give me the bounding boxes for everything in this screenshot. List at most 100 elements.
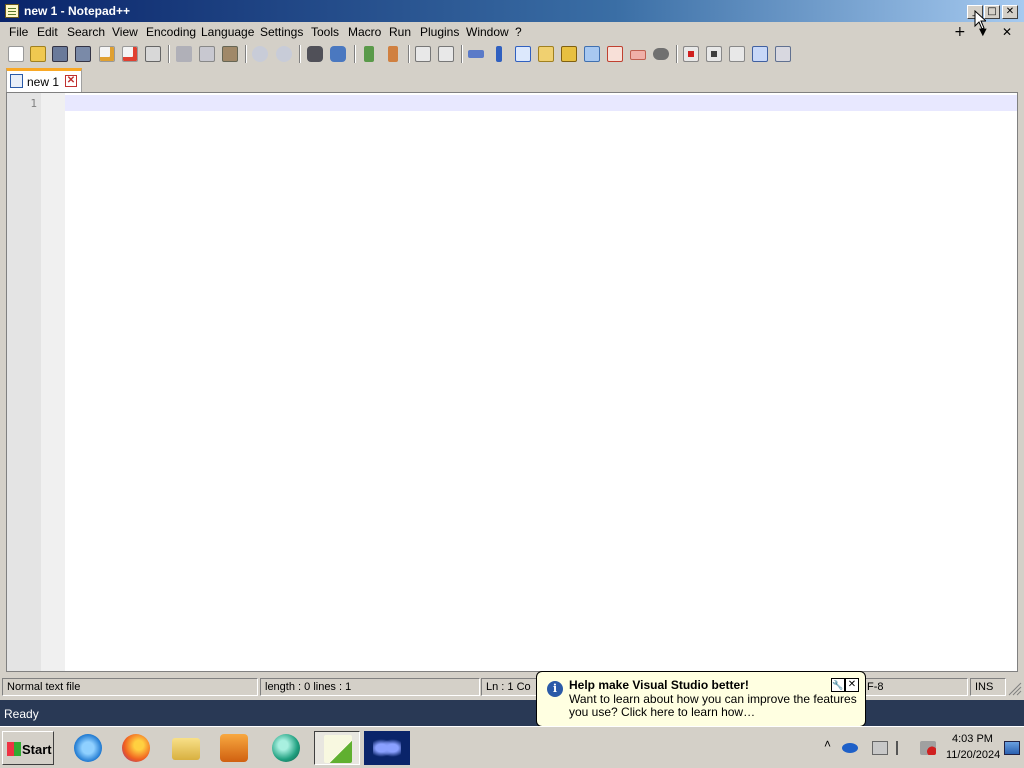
- show-all-chars-icon[interactable]: [496, 46, 502, 62]
- open-file-icon[interactable]: [30, 46, 46, 62]
- sync-horizontal-icon[interactable]: [438, 46, 454, 62]
- start-label: Start: [22, 742, 52, 757]
- stop-recording-icon[interactable]: [706, 46, 722, 62]
- taskbar-notepadpp[interactable]: [314, 731, 360, 765]
- status-length-lines: length : 0 lines : 1: [260, 678, 480, 696]
- tab-close-icon[interactable]: ✕: [65, 75, 77, 87]
- close-document-icon[interactable]: ✕: [1002, 25, 1012, 39]
- internet-explorer-icon: [74, 734, 102, 762]
- windows-logo-icon: [7, 742, 21, 756]
- status-insert-mode[interactable]: INS: [970, 678, 1006, 696]
- menu-help[interactable]: ?: [515, 25, 522, 39]
- taskbar-media-player[interactable]: [214, 731, 254, 765]
- new-file-icon[interactable]: [8, 46, 24, 62]
- vs-ready-text: Ready: [4, 707, 39, 721]
- macro-panel-icon[interactable]: [653, 48, 669, 60]
- word-wrap-icon[interactable]: [468, 50, 484, 58]
- fold-margin[interactable]: [41, 93, 65, 671]
- taskbar-visual-studio[interactable]: [364, 731, 410, 765]
- close-all-icon[interactable]: [122, 46, 138, 62]
- system-tray: ˄ 4:03 PM 11/20/2024: [820, 727, 1024, 768]
- status-bar: Normal text file length : 0 lines : 1 Ln…: [0, 676, 1024, 698]
- notepad-app-icon[interactable]: [5, 4, 19, 18]
- tab-bar: new 1 ✕: [0, 66, 1024, 92]
- balloon-close-icon[interactable]: ✕: [845, 678, 859, 692]
- taskbar-firefox[interactable]: [116, 731, 156, 765]
- find-icon[interactable]: [307, 46, 323, 62]
- indent-guide-icon[interactable]: [515, 46, 531, 62]
- redo-icon[interactable]: [276, 46, 292, 62]
- menu-tools[interactable]: Tools: [311, 25, 339, 39]
- current-line-highlight[interactable]: [65, 95, 1017, 111]
- menu-file[interactable]: File: [9, 25, 28, 39]
- balloon-options-icon[interactable]: 🔧: [831, 678, 845, 692]
- balloon-text[interactable]: Want to learn about how you can improve …: [569, 693, 859, 719]
- menu-edit[interactable]: Edit: [37, 25, 58, 39]
- vs-feedback-balloon[interactable]: i Help make Visual Studio better! Want t…: [536, 671, 866, 740]
- computer-tray-icon[interactable]: [872, 741, 888, 755]
- close-button[interactable]: ✕: [1002, 5, 1018, 19]
- maximize-button[interactable]: □: [984, 5, 1000, 19]
- show-desktop-icon[interactable]: [1004, 741, 1020, 755]
- folder-as-workspace-icon[interactable]: [607, 46, 623, 62]
- menu-window[interactable]: Window: [466, 25, 509, 39]
- clock-time[interactable]: 4:03 PM: [952, 733, 993, 745]
- start-button[interactable]: Start: [2, 731, 54, 765]
- menu-search[interactable]: Search: [67, 25, 105, 39]
- copy-icon[interactable]: [199, 46, 215, 62]
- document-map-icon[interactable]: [561, 46, 577, 62]
- zoom-out-icon[interactable]: [388, 46, 398, 62]
- save-icon[interactable]: [52, 46, 68, 62]
- paste-icon[interactable]: [222, 46, 238, 62]
- monitoring-icon[interactable]: [630, 50, 646, 60]
- action-center-flag-icon[interactable]: [896, 741, 912, 755]
- menu-language[interactable]: Language: [201, 25, 254, 39]
- network-tray-icon[interactable]: [842, 743, 858, 753]
- status-encoding[interactable]: F-8: [862, 678, 968, 696]
- new-tab-icon[interactable]: +: [954, 24, 966, 40]
- toolbar: [0, 42, 1024, 66]
- status-file-type: Normal text file: [2, 678, 258, 696]
- sync-vertical-icon[interactable]: [415, 46, 431, 62]
- menu-macro[interactable]: Macro: [348, 25, 381, 39]
- window-title: new 1 - Notepad++: [24, 4, 131, 18]
- visual-studio-icon: [373, 734, 401, 762]
- menu-run[interactable]: Run: [389, 25, 411, 39]
- resize-grip-icon[interactable]: [1008, 682, 1022, 696]
- taskbar-app-green[interactable]: [266, 731, 306, 765]
- run-macro-multiple-icon[interactable]: [752, 46, 768, 62]
- editor-area[interactable]: 1: [6, 92, 1018, 672]
- menu-settings[interactable]: Settings: [260, 25, 303, 39]
- menu-plugins[interactable]: Plugins: [420, 25, 459, 39]
- taskbar-file-explorer[interactable]: [166, 731, 206, 765]
- undo-icon[interactable]: [252, 46, 268, 62]
- volume-muted-icon[interactable]: [920, 741, 936, 755]
- function-list-icon[interactable]: [584, 46, 600, 62]
- tab-label: new 1: [27, 75, 60, 89]
- zoom-in-icon[interactable]: [364, 46, 374, 62]
- clock-date[interactable]: 11/20/2024: [946, 749, 1000, 761]
- title-bar[interactable]: new 1 - Notepad++ _ □ ✕: [0, 0, 1024, 30]
- save-macro-icon[interactable]: [775, 46, 791, 62]
- save-all-icon[interactable]: [75, 46, 91, 62]
- playback-icon[interactable]: [729, 46, 745, 62]
- firefox-icon: [122, 734, 150, 762]
- taskbar-internet-explorer[interactable]: [68, 731, 108, 765]
- close-icon[interactable]: [99, 46, 115, 62]
- menu-view[interactable]: View: [112, 25, 138, 39]
- tab-new-1[interactable]: new 1 ✕: [6, 68, 82, 92]
- print-icon[interactable]: [145, 46, 161, 62]
- tab-list-dropdown-icon[interactable]: ▼: [979, 27, 987, 38]
- line-number-gutter: 1: [7, 93, 41, 671]
- info-icon: i: [547, 681, 563, 697]
- record-macro-icon[interactable]: [683, 46, 699, 62]
- user-defined-language-icon[interactable]: [538, 46, 554, 62]
- menu-encoding[interactable]: Encoding: [146, 25, 196, 39]
- replace-icon[interactable]: [330, 46, 346, 62]
- green-globe-icon: [272, 734, 300, 762]
- show-hidden-icons-icon[interactable]: ˄: [824, 737, 840, 751]
- toolbar-separator: [299, 45, 301, 63]
- media-player-icon: [220, 734, 248, 762]
- toolbar-separator: [354, 45, 356, 63]
- cut-icon[interactable]: [176, 46, 192, 62]
